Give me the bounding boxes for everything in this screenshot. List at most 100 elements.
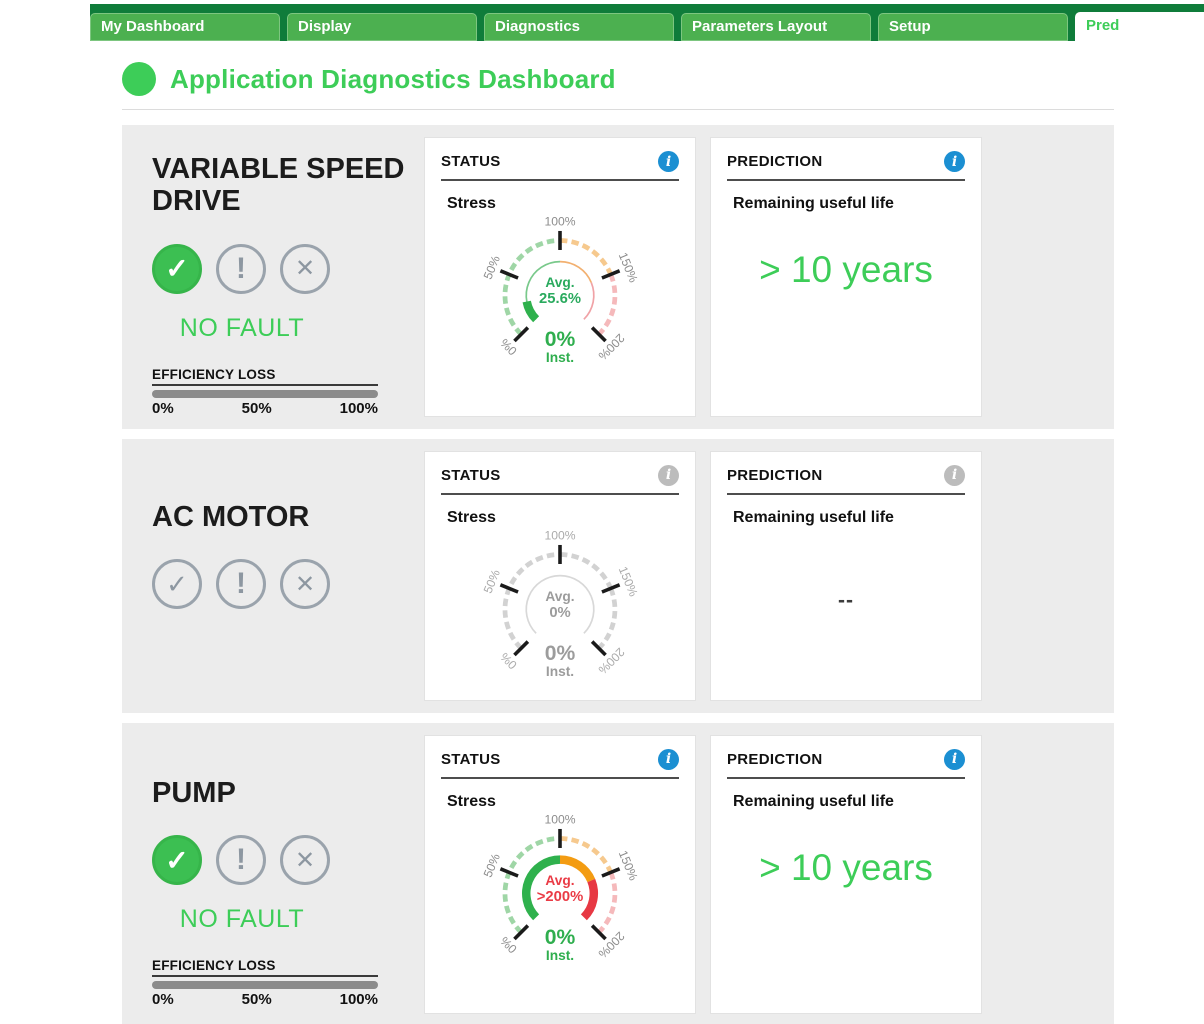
efficiency-loss-widget: EFFICIENCY LOSS 0% 50% 100% [152, 958, 378, 1008]
info-icon[interactable]: i [658, 465, 679, 486]
svg-text:150%: 150% [616, 564, 641, 598]
stress-gauge: 0% 50% 100% 150% 200% Avg. 25.6% 0% Inst… [467, 213, 653, 374]
card-title: PREDICTION [727, 751, 823, 768]
panel-pump: PUMP ✓ ! ✕ NO FAULT EFFICIENCY LOSS 0% 5… [122, 723, 1114, 1024]
avg-label: Avg. [545, 589, 574, 604]
device-summary: AC MOTOR ✓ ! ✕ [152, 451, 410, 701]
exclamation-circle-icon: ! [216, 244, 266, 294]
card-header: STATUS i [441, 465, 679, 495]
green-dot-icon [122, 62, 156, 96]
svg-text:150%: 150% [616, 848, 641, 882]
card-header: PREDICTION i [727, 749, 965, 779]
card-header: PREDICTION i [727, 465, 965, 495]
fault-indicator-icons: ✓ ! ✕ [152, 244, 410, 294]
avg-label: Avg. [545, 275, 574, 290]
check-glyph: ✓ [166, 569, 188, 600]
fault-status-label: NO FAULT [152, 314, 332, 343]
metric-label: Stress [447, 509, 679, 527]
device-title: PUMP [152, 777, 410, 809]
stress-gauge: 0% 50% 100% 150% 200% Avg. 0% 0% Inst. [467, 527, 653, 688]
cross-glyph: ✕ [295, 846, 315, 875]
inst-value: 0% [545, 642, 576, 665]
card-title: PREDICTION [727, 153, 823, 170]
prediction-label: Remaining useful life [733, 195, 965, 213]
exclamation-glyph: ! [236, 569, 246, 599]
info-icon[interactable]: i [658, 151, 679, 172]
cross-circle-icon: ✕ [280, 835, 330, 885]
info-icon[interactable]: i [658, 749, 679, 770]
svg-text:50%: 50% [481, 567, 503, 595]
device-summary: PUMP ✓ ! ✕ NO FAULT EFFICIENCY LOSS 0% 5… [152, 735, 410, 1014]
panel-variable-speed-drive: VARIABLE SPEED DRIVE ✓ ! ✕ NO FAULT EFFI… [122, 125, 1114, 429]
tab-parameters-layout[interactable]: Parameters Layout [681, 13, 871, 41]
efficiency-loss-label: EFFICIENCY LOSS [152, 367, 378, 386]
fault-indicator-icons: ✓ ! ✕ [152, 559, 410, 609]
inst-label: Inst. [546, 350, 574, 365]
page-header: Application Diagnostics Dashboard [122, 62, 1114, 110]
svg-text:50%: 50% [481, 253, 503, 281]
info-icon[interactable]: i [944, 151, 965, 172]
svg-text:100%: 100% [544, 812, 575, 826]
efficiency-loss-scale: 0% 50% 100% [152, 400, 378, 417]
avg-value: >200% [537, 888, 583, 904]
svg-text:100%: 100% [544, 529, 575, 543]
exclamation-circle-icon: ! [216, 835, 266, 885]
card-title: PREDICTION [727, 467, 823, 484]
status-card: STATUS i Stress [424, 735, 696, 1014]
efficiency-loss-bar [152, 981, 378, 989]
avg-value: 0% [549, 605, 570, 621]
tab-bar: My Dashboard Display Diagnostics Paramet… [90, 4, 1204, 41]
cross-glyph: ✕ [295, 570, 315, 599]
gauge-progress-arc [527, 302, 536, 320]
cross-glyph: ✕ [295, 254, 315, 283]
panel-ac-motor: AC MOTOR ✓ ! ✕ STATUS i Stress [122, 439, 1114, 713]
tab-prediction[interactable]: Pred [1075, 12, 1204, 41]
card-title: STATUS [441, 467, 501, 484]
remaining-life-value: > 10 years [727, 249, 965, 291]
card-title: STATUS [441, 153, 501, 170]
tab-display[interactable]: Display [287, 13, 477, 41]
inst-value: 0% [545, 328, 576, 351]
check-circle-icon: ✓ [152, 835, 202, 885]
svg-text:50%: 50% [481, 851, 503, 879]
avg-value: 25.6% [539, 291, 581, 307]
prediction-card: PREDICTION i Remaining useful life -- [710, 451, 982, 701]
check-circle-icon: ✓ [152, 559, 202, 609]
metric-label: Stress [447, 195, 679, 213]
efficiency-loss-label: EFFICIENCY LOSS [152, 958, 378, 977]
card-header: PREDICTION i [727, 151, 965, 181]
status-card: STATUS i Stress [424, 137, 696, 417]
remaining-life-value: > 10 years [727, 847, 965, 889]
check-glyph: ✓ [165, 252, 188, 285]
inst-label: Inst. [546, 948, 574, 963]
info-icon[interactable]: i [944, 749, 965, 770]
page-title: Application Diagnostics Dashboard [170, 64, 616, 95]
tab-diagnostics[interactable]: Diagnostics [484, 13, 674, 41]
card-header: STATUS i [441, 749, 679, 779]
avg-label: Avg. [545, 873, 574, 888]
inst-label: Inst. [546, 664, 574, 679]
fault-status-label: NO FAULT [152, 905, 332, 934]
scale-tick: 0% [152, 400, 174, 417]
efficiency-loss-widget: EFFICIENCY LOSS 0% 50% 100% [152, 367, 378, 417]
card-header: STATUS i [441, 151, 679, 181]
card-title: STATUS [441, 751, 501, 768]
prediction-label: Remaining useful life [733, 509, 965, 527]
efficiency-loss-bar [152, 390, 378, 398]
status-card: STATUS i Stress [424, 451, 696, 701]
svg-text:100%: 100% [544, 215, 575, 229]
cross-circle-icon: ✕ [280, 244, 330, 294]
scale-tick: 100% [340, 400, 378, 417]
exclamation-circle-icon: ! [216, 559, 266, 609]
svg-text:150%: 150% [616, 250, 641, 284]
scale-tick: 100% [340, 991, 378, 1008]
tab-my-dashboard[interactable]: My Dashboard [90, 13, 280, 41]
scale-tick: 50% [242, 991, 272, 1008]
efficiency-loss-scale: 0% 50% 100% [152, 991, 378, 1008]
tab-setup[interactable]: Setup [878, 13, 1068, 41]
prediction-card: PREDICTION i Remaining useful life > 10 … [710, 137, 982, 417]
check-circle-icon: ✓ [152, 244, 202, 294]
info-icon[interactable]: i [944, 465, 965, 486]
device-title: VARIABLE SPEED DRIVE [152, 153, 410, 218]
exclamation-glyph: ! [236, 254, 246, 284]
